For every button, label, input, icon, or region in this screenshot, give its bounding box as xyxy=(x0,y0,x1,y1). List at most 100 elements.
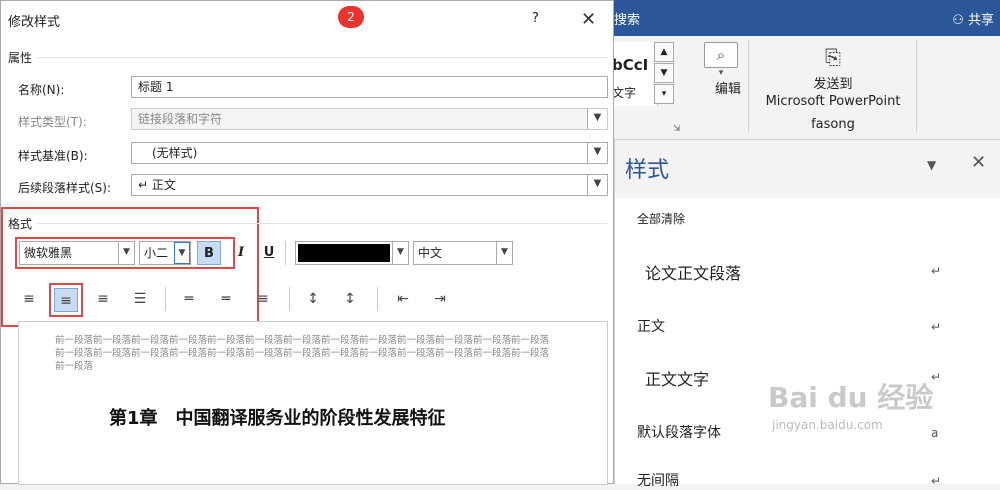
watermark-text: Bai du 经验 xyxy=(768,381,934,414)
chevron-down-icon[interactable]: ▼ xyxy=(587,143,607,163)
dialog-title: 修改样式 xyxy=(8,15,61,30)
style-item-label: 默认段落字体 xyxy=(637,425,721,441)
help-button[interactable]: ? xyxy=(532,11,539,26)
style-gallery-scroll[interactable]: ▲ ▼ ▾ xyxy=(654,42,674,106)
preview-heading: 第1章 中国翻译服务业的阶段性发展特征 xyxy=(109,408,446,429)
search-label[interactable]: 搜索 xyxy=(614,9,640,28)
style-item-label: 正文文字 xyxy=(645,370,710,389)
style-preview-area: 前一段落前一段落前一段落前一段落前一段落前一段落前一段落前一段落前一段落前一段落… xyxy=(18,321,608,485)
search-icon: ⌕ xyxy=(704,42,738,68)
space-before-icon[interactable]: ↕ xyxy=(301,287,325,311)
chevron-down-icon: ▼ xyxy=(587,109,607,129)
size-select[interactable]: 小二 ▼ xyxy=(139,241,191,265)
space-after-icon[interactable]: ↕ xyxy=(338,287,362,311)
paragraph-mark-icon: ↵ xyxy=(931,474,942,488)
align-center-icon[interactable]: ≡ xyxy=(54,288,78,312)
font-value: 微软雅黑 xyxy=(24,246,73,260)
chevron-up-icon[interactable]: ▲ xyxy=(654,42,674,62)
dialog-launcher-icon[interactable]: ⇲ xyxy=(673,124,681,134)
ribbon-title-bar: 搜索 ⚇ 共享 xyxy=(600,0,1000,36)
font-color-select[interactable]: ▼ xyxy=(295,241,409,265)
format-section-label: 格式 xyxy=(8,217,33,231)
name-label: 名称(N): xyxy=(18,83,65,97)
preview-previous-paragraph: 前一段落前一段落前一段落前一段落前一段落前一段落前一段落前一段落前一段落前一段落… xyxy=(55,335,550,372)
chevron-down-icon[interactable]: ▼ xyxy=(118,242,134,264)
watermark: Bai du 经验 jingyan.baidu.com xyxy=(768,376,934,432)
chevron-down-icon[interactable]: ▼ xyxy=(174,242,190,264)
italic-button[interactable]: I xyxy=(229,241,253,265)
style-item-label: 全部清除 xyxy=(637,212,686,226)
align-right-icon[interactable]: ≡ xyxy=(91,287,115,311)
divider xyxy=(37,223,607,224)
font-color-swatch xyxy=(298,244,390,262)
modify-style-dialog: 修改样式 2 ? ✕ 属性 名称(N): 标题 1 样式类型(T): 链接段落和… xyxy=(0,0,614,485)
font-select[interactable]: 微软雅黑 ▼ xyxy=(19,241,135,265)
divider xyxy=(289,287,290,311)
close-icon[interactable]: ✕ xyxy=(971,152,986,173)
person-icon: ⚇ xyxy=(952,13,968,28)
language-value: 中文 xyxy=(418,246,443,260)
styles-pane-header: 样式 ▼ ✕ xyxy=(615,140,1000,198)
divider xyxy=(165,287,166,311)
style-type-select: 链接段落和字符 ▼ xyxy=(131,108,608,130)
name-input[interactable]: 标题 1 xyxy=(131,76,608,98)
based-on-label: 样式基准(B): xyxy=(18,149,88,163)
increase-indent-icon[interactable]: ⇥ xyxy=(428,287,452,311)
name-value: 标题 1 xyxy=(138,80,174,94)
align-justify-icon[interactable]: ☰ xyxy=(128,287,152,311)
step-badge: 2 xyxy=(338,6,364,28)
character-mark-icon: a xyxy=(931,426,939,440)
properties-section-label: 属性 xyxy=(8,51,33,65)
chevron-down-icon[interactable]: ▼ xyxy=(496,242,512,264)
align-left-icon[interactable]: ≡ xyxy=(17,287,41,311)
edit-button[interactable]: ⌕ 编辑 ▾ xyxy=(698,42,744,97)
based-on-select[interactable]: (无样式) ▼ xyxy=(131,142,608,164)
chevron-down-icon[interactable]: ▼ xyxy=(927,158,936,172)
style-type-value: 链接段落和字符 xyxy=(138,112,223,126)
single-spacing-icon[interactable]: ═ xyxy=(177,287,201,311)
share-label: 共享 xyxy=(967,13,994,28)
send-to-powerpoint-button[interactable]: ⎘ 发送到 Microsoft PowerPoint fasong xyxy=(758,42,908,133)
style-item-clear-all[interactable]: 全部清除 xyxy=(637,210,957,227)
divider xyxy=(377,287,378,311)
style-preview-1: bCcI xyxy=(612,56,649,74)
style-type-label: 样式类型(T): xyxy=(18,115,87,129)
chevron-down-icon[interactable]: ▼ xyxy=(587,175,607,195)
style-preview-2: 文字 xyxy=(612,86,637,100)
next-style-value: ↵ 正文 xyxy=(138,178,176,192)
divider xyxy=(916,40,917,132)
double-spacing-icon[interactable]: ≡ xyxy=(251,287,275,311)
share-button[interactable]: ⚇ 共享 xyxy=(952,9,994,28)
style-item[interactable]: 无间隔 ↵ xyxy=(637,470,957,490)
based-on-value: (无样式) xyxy=(152,146,198,160)
decrease-indent-icon[interactable]: ⇤ xyxy=(391,287,415,311)
styles-pane-title: 样式 xyxy=(625,158,670,183)
more-icon[interactable]: ▾ xyxy=(654,84,674,104)
chevron-down-icon[interactable]: ▼ xyxy=(392,242,408,264)
chevron-down-icon[interactable]: ▼ xyxy=(654,63,674,83)
one-half-spacing-icon[interactable]: ═ xyxy=(214,287,238,311)
chevron-down-icon: ▾ xyxy=(718,68,724,78)
divider xyxy=(285,241,286,265)
bold-button[interactable]: B xyxy=(197,241,221,265)
ribbon: bCcI 文字 ▲ ▼ ▾ ⇲ ⌕ 编辑 ▾ ⎘ 发送到 Microsoft P… xyxy=(600,36,1000,140)
next-style-label: 后续段落样式(S): xyxy=(18,181,112,195)
send-label-2: Microsoft PowerPoint xyxy=(765,94,901,109)
paragraph-mark-icon: ↵ xyxy=(931,264,942,278)
style-item-label: 论文正文段落 xyxy=(645,264,742,283)
edit-label: 编辑 xyxy=(715,82,742,97)
style-item-label: 无间隔 xyxy=(637,473,679,489)
send-label-1: 发送到 xyxy=(813,77,853,92)
style-item[interactable]: 论文正文段落 ↵ xyxy=(645,260,965,284)
group-label: fasong xyxy=(811,117,855,132)
language-select[interactable]: 中文 ▼ xyxy=(413,241,513,265)
send-icon: ⎘ xyxy=(825,45,841,69)
next-style-select[interactable]: ↵ 正文 ▼ xyxy=(131,174,608,196)
close-icon[interactable]: ✕ xyxy=(581,9,596,30)
style-item[interactable]: 正文 ↵ xyxy=(637,316,957,336)
styles-pane: 样式 ▼ ✕ 全部清除 论文正文段落 ↵ 正文 ↵ 正文文字 ↵ 默认段落字体 a 无间… xyxy=(614,140,1000,489)
size-value: 小二 xyxy=(144,246,169,260)
underline-button[interactable]: U xyxy=(257,241,281,265)
divider xyxy=(37,57,607,58)
style-item-label: 正文 xyxy=(637,319,665,335)
